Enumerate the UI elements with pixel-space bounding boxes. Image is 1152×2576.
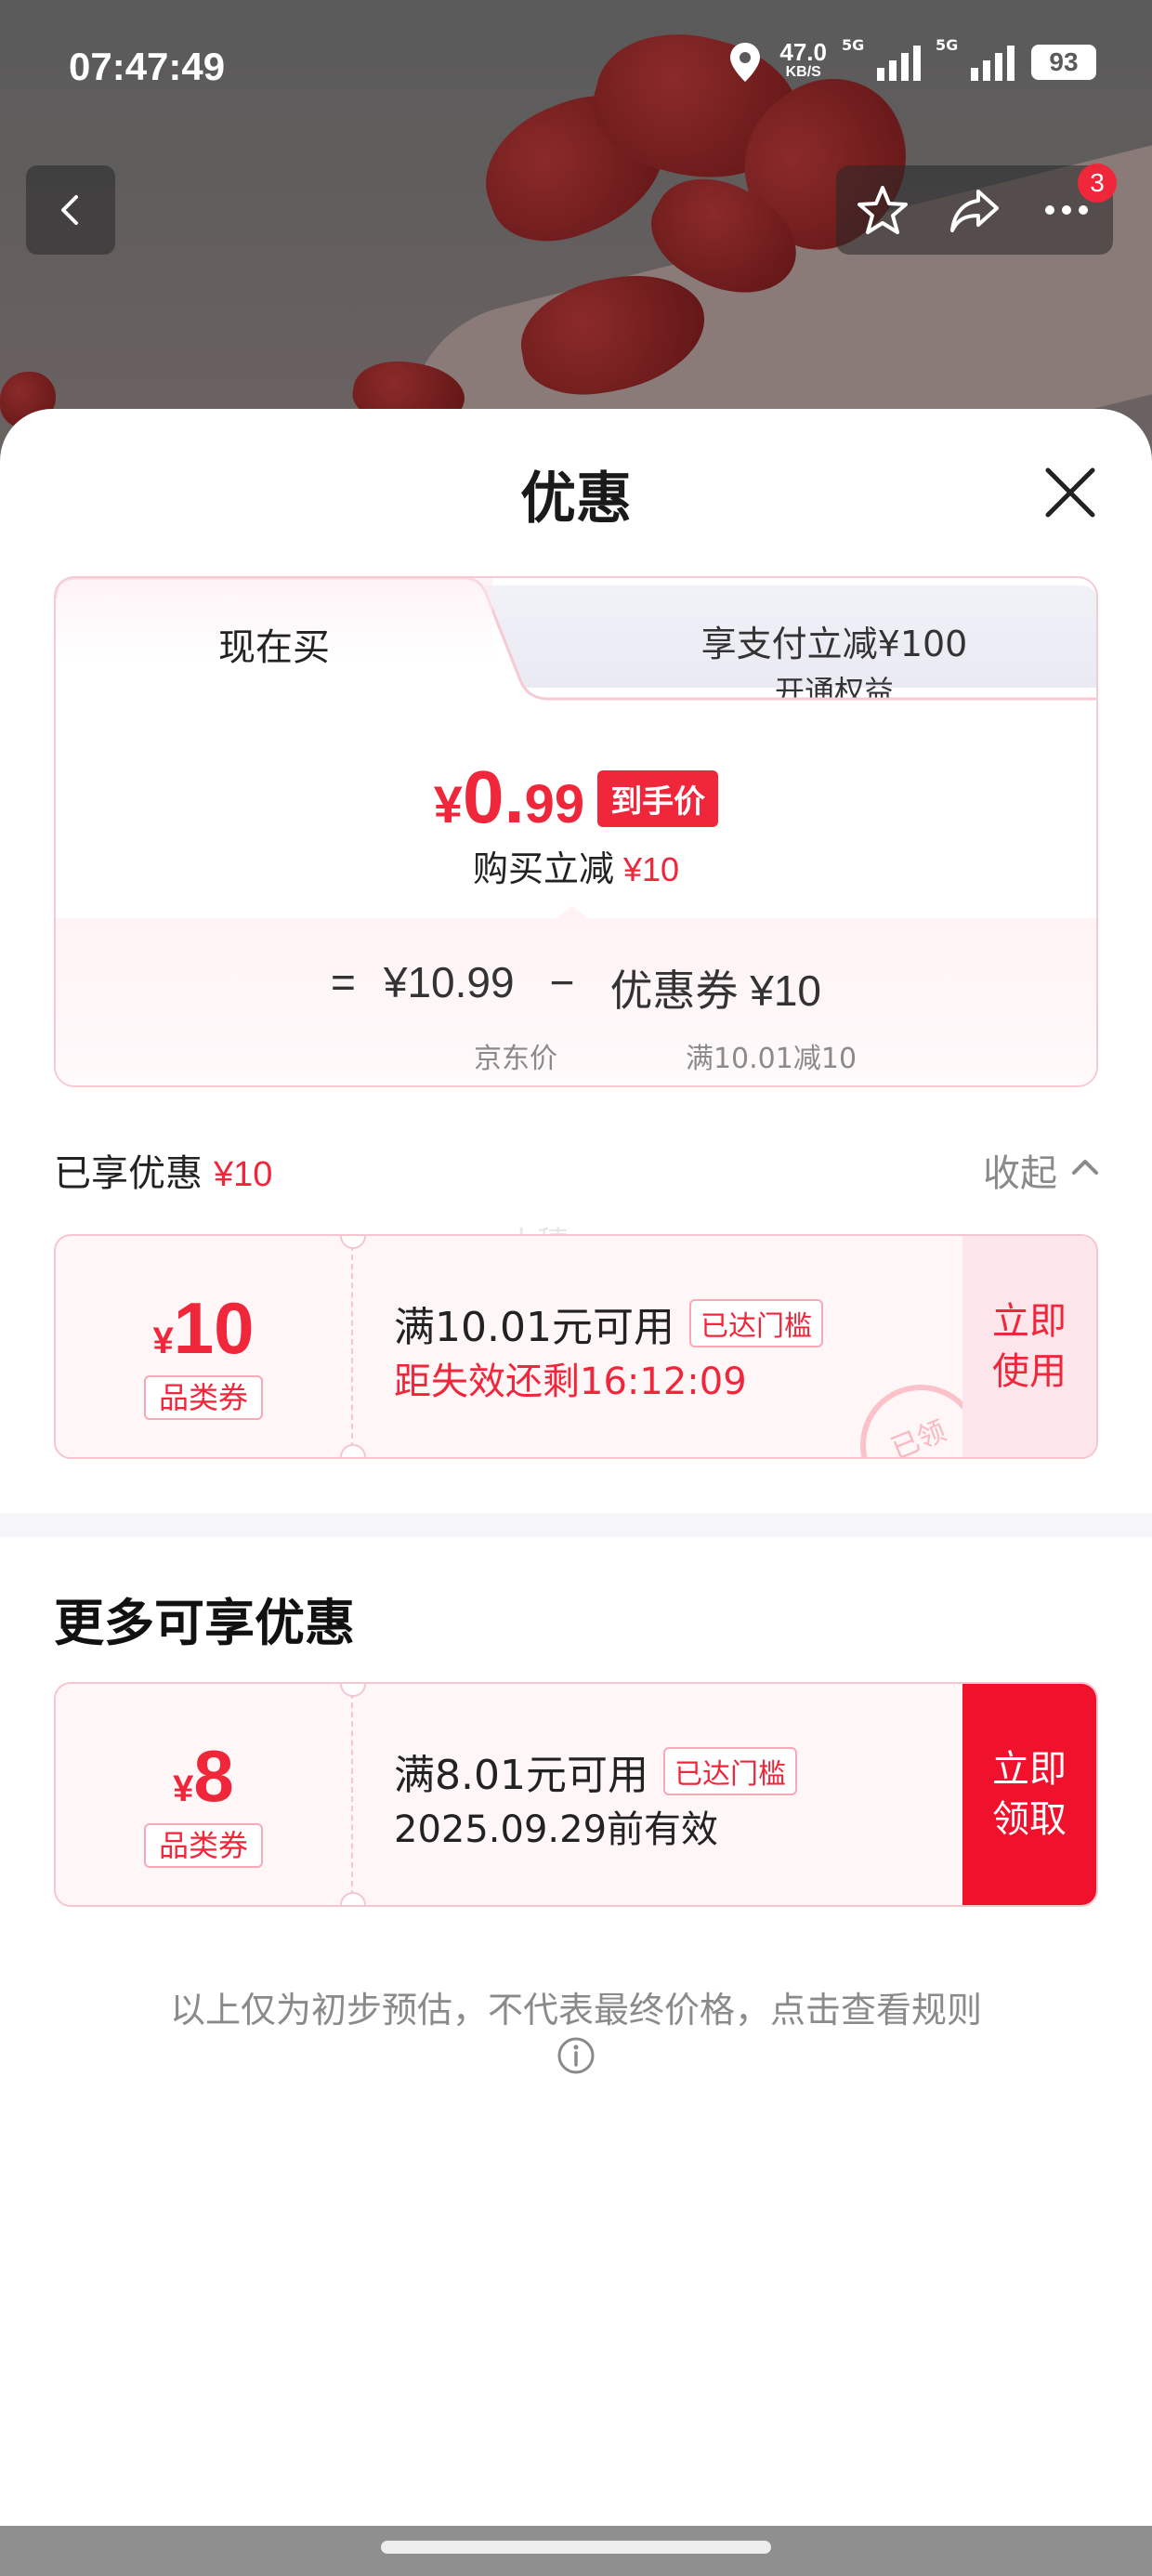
status-time: 07:47:49 <box>69 45 226 88</box>
formula-original-price-label: 京东价 <box>474 1043 557 1075</box>
coupon-amount: ¥10 <box>152 1287 255 1369</box>
collapse-button[interactable]: 收起 <box>983 1143 1057 1197</box>
signal-strength-2: 5G <box>936 36 1015 81</box>
enjoyed-discount-title: 已享优惠 <box>54 1152 203 1195</box>
tab-buy-now[interactable]: 现在买 <box>56 617 492 671</box>
status-bar: 07:47:49 47.0 KB/S 5G 5G 93 <box>0 0 1152 139</box>
formula-equals: = <box>331 958 356 1006</box>
chevron-up-icon[interactable] <box>1067 1149 1104 1186</box>
coupon-card-claimed: ¥10 品类券 满10.01元可用 已达门槛 距失效还剩16:12:09 已领 … <box>54 1234 1098 1459</box>
status-icons: 47.0 KB/S 5G 5G 93 <box>727 36 1096 84</box>
instant-reduction-label: 购买立减 <box>472 848 614 889</box>
battery-indicator: 93 <box>1031 45 1096 80</box>
sheet-title: 优惠 <box>520 467 632 532</box>
location-icon <box>730 43 761 82</box>
threshold-reached-chip: 已达门槛 <box>662 1747 797 1795</box>
rules-note[interactable]: 以上仅为初步预估，不代表最终价格，点击查看规则 <box>0 1981 1152 2032</box>
signal-strength-1: 5G <box>842 36 921 81</box>
discount-sheet: 优惠 享支付立减¥100 开通权益 现在买 ¥0.99 到手价 购买立减 ¥10… <box>0 409 1152 2576</box>
enjoyed-discount-amount: ¥10 <box>214 1155 273 1194</box>
threshold-reached-chip: 已达门槛 <box>688 1299 823 1347</box>
coupon-type: 品类券 <box>144 1375 263 1420</box>
formula-original-price: ¥10.99 <box>383 958 515 1006</box>
message-badge: 3 <box>1078 164 1117 203</box>
more-discounts-title: 更多可享优惠 <box>54 1594 355 1652</box>
coupon-expiry: 2025.09.29前有效 <box>394 1808 719 1851</box>
top-actions-group <box>836 165 1113 255</box>
instant-reduction-value: ¥10 <box>622 850 680 888</box>
price-formula: = ¥10.99 − 优惠券 ¥10 <box>56 957 1096 1019</box>
final-price-tag: 到手价 <box>597 770 719 827</box>
network-speed-unit: KB/S <box>785 64 821 80</box>
section-divider <box>0 1513 1152 1537</box>
enjoyed-discount-header: 已享优惠 ¥10 <box>54 1143 272 1197</box>
use-now-button[interactable]: 立即 使用 <box>962 1236 1096 1457</box>
instant-reduction: 购买立减 ¥10 <box>56 840 1096 891</box>
signal-2-label: 5G <box>936 36 959 54</box>
share-icon[interactable] <box>947 182 1002 238</box>
formula-coupon: 优惠券 ¥10 <box>609 966 821 1015</box>
coupon-condition: 满8.01元可用 已达门槛 <box>394 1741 797 1801</box>
coupon-amount: ¥8 <box>173 1735 234 1817</box>
signal-1-label: 5G <box>842 36 865 54</box>
coupon-type: 品类券 <box>144 1823 263 1868</box>
network-speed: 47.0 KB/S <box>779 40 827 83</box>
info-icon[interactable] <box>556 2035 596 2076</box>
claim-now-button[interactable]: 立即 领取 <box>962 1684 1096 1905</box>
star-icon[interactable] <box>855 182 910 238</box>
formula-coupon-label: 满10.01减10 <box>685 1043 857 1075</box>
coupon-condition: 满10.01元可用 已达门槛 <box>394 1294 823 1353</box>
price-card-body: 现在买 ¥0.99 到手价 购买立减 ¥10 = ¥10.99 − 优惠券 ¥10… <box>54 576 1098 1087</box>
price-breakdown-card: 享支付立减¥100 开通权益 现在买 ¥0.99 到手价 购买立减 ¥10 = … <box>54 576 1098 1087</box>
coupon-countdown: 距失效还剩16:12:09 <box>394 1360 747 1403</box>
coupon-card-available: ¥8 品类券 满8.01元可用 已达门槛 2025.09.29前有效 立即 领取 <box>54 1682 1098 1907</box>
back-button[interactable] <box>26 165 115 255</box>
formula-minus: − <box>549 958 575 1006</box>
final-price-row: ¥0.99 到手价 <box>56 755 1096 840</box>
back-icon <box>61 195 78 225</box>
close-icon[interactable] <box>1041 463 1100 522</box>
final-price: ¥0.99 <box>433 756 585 838</box>
home-indicator[interactable] <box>381 2541 771 2554</box>
